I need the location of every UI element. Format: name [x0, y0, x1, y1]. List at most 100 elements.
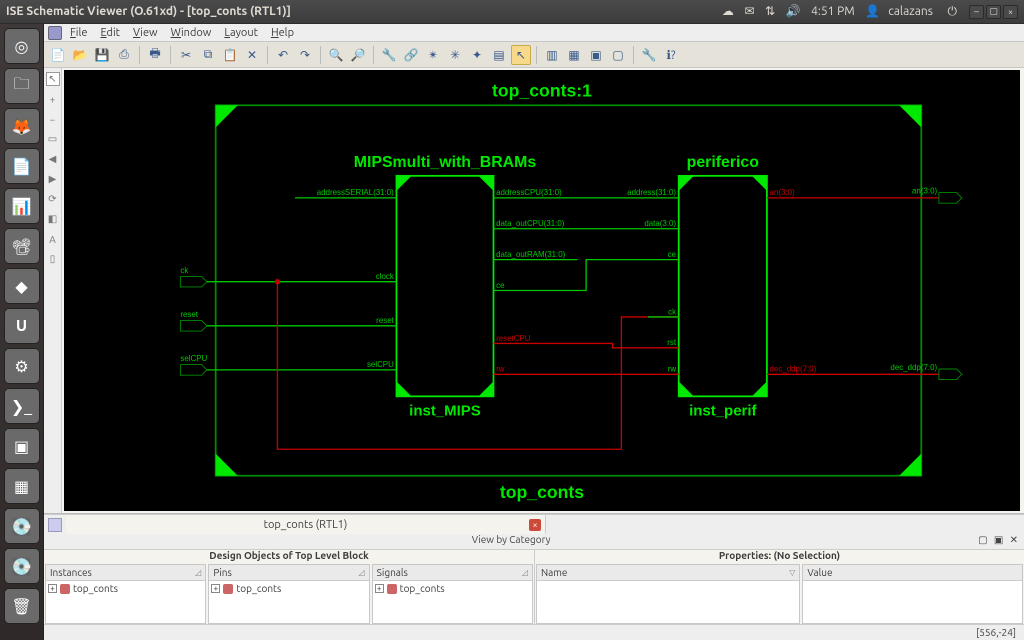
launcher-files[interactable]: 🗀 [4, 68, 40, 104]
tab-top-conts[interactable]: top_conts (RTL1) × [66, 515, 546, 534]
svg-text:an(3:0): an(3:0) [912, 186, 937, 195]
tool-c-icon[interactable]: ✴ [423, 45, 443, 65]
properties-title: Properties: (No Selection) [535, 550, 1024, 564]
session-icon[interactable]: ⏻ [948, 5, 958, 18]
layout-b-icon[interactable]: ▦ [564, 45, 584, 65]
svg-text:selCPU: selCPU [180, 354, 207, 363]
menu-file[interactable]: File [65, 26, 92, 40]
tree-item-instances[interactable]: +top_conts [48, 583, 203, 594]
help-icon[interactable]: ℹ? [661, 45, 681, 65]
tool-f-icon[interactable]: ▤ [489, 45, 509, 65]
new-icon[interactable]: 📄 [48, 45, 68, 65]
launcher-trash[interactable]: 🗑 [4, 588, 40, 624]
menu-view[interactable]: View [128, 26, 163, 40]
tool-e-icon[interactable]: ✦ [467, 45, 487, 65]
launcher-impress[interactable]: 📽 [4, 228, 40, 264]
window-title: ISE Schematic Viewer (O.61xd) - [top_con… [6, 5, 291, 18]
tool-b-icon[interactable]: 🔗 [401, 45, 421, 65]
dropbox-icon[interactable]: ☁ [722, 5, 734, 18]
copy-icon[interactable]: ⧉ [198, 45, 218, 65]
tree-item-signals[interactable]: +top_conts [375, 583, 530, 594]
volume-icon[interactable]: 🔊 [786, 5, 801, 18]
zoom-in-icon[interactable]: + [46, 92, 60, 106]
schematic-canvas[interactable]: top_conts:1 top_conts MIPSmulti_with_BRA… [64, 70, 1020, 511]
col-header-pins[interactable]: Pins◿ [209, 565, 368, 581]
menu-layout[interactable]: Layout [219, 26, 263, 40]
minimize-button[interactable]: ‒ [969, 5, 984, 19]
svg-text:inst_perif: inst_perif [689, 403, 757, 420]
maximize-button[interactable]: ▢ [986, 5, 1001, 19]
svg-text:ce: ce [668, 250, 677, 259]
launcher-ide[interactable]: ▣ [4, 428, 40, 464]
zoom-fit-icon[interactable]: ▭ [46, 132, 60, 146]
clock[interactable]: 4:51 PM [811, 5, 855, 18]
pan-right-icon[interactable]: ▶ [46, 172, 60, 186]
layout-c-icon[interactable]: ▣ [586, 45, 606, 65]
cut-icon[interactable]: ✂ [176, 45, 196, 65]
tool-d-icon[interactable]: ✳ [445, 45, 465, 65]
menu-edit[interactable]: Edit [95, 26, 125, 40]
cursor-tool-icon[interactable]: ↖ [511, 45, 531, 65]
launcher-disk-2[interactable]: 💽 [4, 548, 40, 584]
menu-help[interactable]: Help [266, 26, 299, 40]
open-icon[interactable]: 📂 [70, 45, 90, 65]
view-by-category-header: ▢ ▣ ✕ View by Category [44, 534, 1024, 550]
pointer-icon[interactable]: ↖ [46, 72, 60, 86]
pan-left-icon[interactable]: ◀ [46, 152, 60, 166]
menu-window[interactable]: Window [166, 26, 217, 40]
refresh-icon[interactable]: ⟳ [46, 192, 60, 206]
bottom-panels: Design Objects of Top Level Block Instan… [44, 550, 1024, 624]
col-header-value[interactable]: Value [803, 565, 1022, 581]
tab-close-icon[interactable]: × [529, 519, 541, 531]
layout-d-icon[interactable]: ▢ [608, 45, 628, 65]
find-icon[interactable]: 🔍 [326, 45, 346, 65]
launcher-app-1[interactable]: ◆ [4, 268, 40, 304]
network-icon[interactable]: ⇅ [765, 5, 775, 18]
delete-icon[interactable]: ✕ [242, 45, 262, 65]
svg-text:data_outCPU(31:0): data_outCPU(31:0) [496, 219, 565, 228]
settings-icon[interactable]: 🔧 [639, 45, 659, 65]
undo-icon[interactable]: ↶ [273, 45, 293, 65]
save-icon[interactable]: 💾 [92, 45, 112, 65]
zoom-out-icon[interactable]: − [46, 112, 60, 126]
find2-icon[interactable]: 🔎 [348, 45, 368, 65]
redo-icon[interactable]: ↷ [295, 45, 315, 65]
svg-text:resetCPU: resetCPU [496, 334, 531, 343]
user-menu[interactable]: 👤 calazans [865, 4, 937, 18]
toggle-icon[interactable]: ◧ [46, 212, 60, 226]
saveall-icon[interactable]: ⎙ [114, 45, 134, 65]
col-header-instances[interactable]: Instances◿ [46, 565, 205, 581]
launcher-terminal[interactable]: ❯_ [4, 388, 40, 424]
gnome-panel: ISE Schematic Viewer (O.61xd) - [top_con… [0, 0, 1024, 24]
text-a-icon[interactable]: A [46, 232, 60, 246]
hierarchy-icon [60, 584, 70, 594]
svg-text:ce: ce [496, 281, 505, 290]
left-tool-palette: ↖ + − ▭ ◀ ▶ ⟳ ◧ A ▯ [44, 68, 62, 513]
tree-item-pins[interactable]: +top_conts [211, 583, 366, 594]
launcher-software-center[interactable]: U [4, 308, 40, 344]
block-perif[interactable]: periferico inst_perif [679, 154, 767, 420]
col-header-signals[interactable]: Signals◿ [373, 565, 532, 581]
launcher-calc[interactable]: 📊 [4, 188, 40, 224]
schematic-canvas-wrap: top_conts:1 top_conts MIPSmulti_with_BRA… [62, 68, 1024, 513]
main-toolbar: 📄 📂 💾 ⎙ 🖶 ✂ ⧉ 📋 ✕ ↶ ↷ 🔍 🔎 🔧 🔗 ✴ ✳ ✦ ▤ ↖ … [44, 42, 1024, 68]
launcher-settings[interactable]: ⚙ [4, 348, 40, 384]
paste-icon[interactable]: 📋 [220, 45, 240, 65]
launcher-writer[interactable]: 📄 [4, 148, 40, 184]
col-header-name[interactable]: Name▽ [537, 565, 799, 581]
launcher-disk-1[interactable]: 💽 [4, 508, 40, 544]
mail-icon[interactable]: ✉ [744, 5, 754, 18]
svg-text:reset: reset [180, 310, 198, 319]
launcher-home[interactable]: ◎ [4, 28, 40, 64]
print-icon[interactable]: 🖶 [145, 45, 165, 65]
tool-a-icon[interactable]: 🔧 [379, 45, 399, 65]
launcher-firefox[interactable]: 🦊 [4, 108, 40, 144]
layout-a-icon[interactable]: ▥ [542, 45, 562, 65]
svg-text:ck: ck [180, 266, 188, 275]
close-button[interactable]: × [1003, 5, 1018, 19]
panel-window-controls[interactable]: ▢ ▣ ✕ [978, 534, 1020, 546]
palette-icon-1[interactable]: ▯ [46, 252, 60, 266]
document-icon [48, 26, 62, 40]
launcher-workspace[interactable]: ▦ [4, 468, 40, 504]
svg-text:dec_ddp(7:0): dec_ddp(7:0) [770, 365, 817, 374]
